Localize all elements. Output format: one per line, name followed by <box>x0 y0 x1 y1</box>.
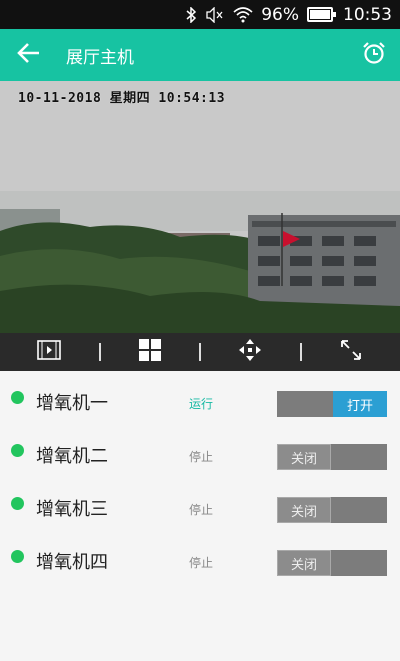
device-switch[interactable]: 关闭 <box>277 444 387 470</box>
device-name: 增氧机四 <box>36 552 108 573</box>
status-bar: 96% 10:53 <box>0 0 400 29</box>
app-bar: 展厅主机 <box>0 29 400 81</box>
device-row-1: 增氧机一 运行 打开 <box>0 371 400 424</box>
grid-layout-icon <box>138 339 161 365</box>
bluetooth-icon <box>185 6 197 23</box>
playback-icon <box>37 340 62 364</box>
device-name: 增氧机二 <box>36 446 108 467</box>
battery-percent: 96% <box>261 4 299 25</box>
ptz-direction-button[interactable] <box>201 333 300 371</box>
ptz-direction-icon <box>238 338 262 366</box>
mute-icon <box>205 6 225 23</box>
camera-scene <box>0 81 400 333</box>
device-name: 增氧机三 <box>36 499 108 520</box>
status-indicator-dot <box>11 390 24 404</box>
device-status: 停止 <box>189 503 214 517</box>
device-status: 停止 <box>189 450 214 464</box>
page-title: 展厅主机 <box>66 47 134 68</box>
camera-toolbar <box>0 333 400 371</box>
device-switch[interactable]: 关闭 <box>277 550 387 576</box>
device-row-4: 增氧机四 停止 关闭 <box>0 530 400 583</box>
alarm-button[interactable] <box>348 29 400 81</box>
status-indicator-dot <box>11 443 24 457</box>
device-list: 增氧机一 运行 打开 增氧机二 停止 关闭 增氧机三 停止 关闭 增氧机四 停止… <box>0 371 400 583</box>
switch-label: 关闭 <box>277 444 331 470</box>
wifi-icon <box>233 6 253 23</box>
device-switch[interactable]: 打开 <box>277 391 387 417</box>
camera-timestamp: 10-11-2018 星期四 10:54:13 <box>18 91 226 106</box>
device-name: 增氧机一 <box>36 393 108 414</box>
switch-label: 打开 <box>333 391 387 417</box>
switch-label: 关闭 <box>277 497 331 523</box>
grid-layout-button[interactable] <box>101 333 200 371</box>
device-row-2: 增氧机二 停止 关闭 <box>0 424 400 477</box>
alarm-clock-icon <box>362 41 386 69</box>
status-indicator-dot <box>11 549 24 563</box>
back-arrow-icon <box>17 42 41 68</box>
camera-live-view[interactable]: 10-11-2018 星期四 10:54:13 <box>0 81 400 333</box>
device-status: 运行 <box>189 397 214 411</box>
fullscreen-icon <box>340 339 362 365</box>
clock-time: 10:53 <box>343 4 392 25</box>
battery-icon <box>307 7 336 22</box>
playback-button[interactable] <box>0 333 99 371</box>
fullscreen-button[interactable] <box>302 333 400 371</box>
device-row-3: 增氧机三 停止 关闭 <box>0 477 400 530</box>
device-switch[interactable]: 关闭 <box>277 497 387 523</box>
device-status: 停止 <box>189 556 214 570</box>
switch-label: 关闭 <box>277 550 331 576</box>
back-button[interactable] <box>0 29 58 81</box>
status-indicator-dot <box>11 496 24 510</box>
